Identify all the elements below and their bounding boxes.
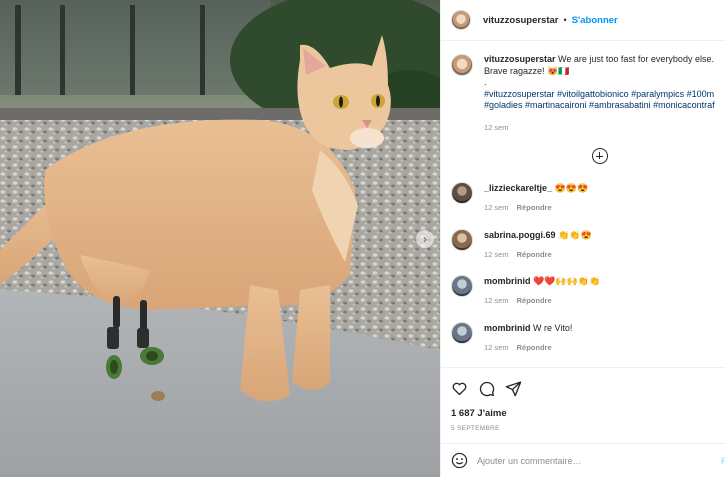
avatar[interactable] — [451, 10, 471, 30]
likes-count[interactable]: 1 687 J'aime — [451, 408, 507, 419]
share-icon[interactable] — [505, 380, 522, 397]
more-comments-plus-icon[interactable] — [592, 148, 608, 164]
comments-list[interactable]: vituzzosuperstar We are just too fast fo… — [441, 42, 725, 367]
avatar[interactable] — [451, 229, 473, 251]
avatar[interactable] — [451, 322, 473, 344]
caption-age: 12 sem — [484, 122, 509, 132]
header-username[interactable]: vituzzosuperstar — [483, 15, 559, 26]
reply-button[interactable]: Répondre — [517, 250, 552, 259]
caption-hashtags[interactable]: #goladies #martinacaironi #ambrasabatini… — [484, 100, 725, 112]
comment-icon[interactable] — [478, 380, 495, 397]
post-date: 5 SEPTEMBRE — [451, 425, 500, 432]
post-viewer: › vituzzosuperstar • S'abonner vituzzosu… — [0, 0, 725, 477]
post-photo[interactable]: › — [0, 0, 440, 477]
caption-line-3: . — [484, 77, 487, 87]
header-separator: • — [563, 15, 567, 25]
cat-with-prosthetic-legs-image — [0, 0, 440, 477]
caption-line-2: Brave ragazze! 😻🇮🇹 — [484, 65, 570, 76]
comment-text: 👏👏😍 — [558, 230, 592, 240]
reply-button[interactable]: Répondre — [517, 296, 552, 305]
reply-button[interactable]: Répondre — [517, 343, 552, 352]
avatar[interactable] — [451, 275, 473, 297]
caption-hashtags[interactable]: #vituzzosuperstar #vitoilgattobionico #p… — [484, 89, 725, 101]
emoji-icon[interactable] — [451, 452, 468, 469]
comment-age: 12 sem — [484, 250, 509, 259]
comment-username[interactable]: mombrinid — [484, 276, 531, 286]
comment-age: 12 sem — [484, 296, 509, 305]
comment-text: 😍😍😍 — [554, 183, 589, 193]
comment-text: W re Vito! — [533, 323, 573, 333]
add-comment-bar: P — [441, 443, 725, 477]
comment-input[interactable] — [477, 455, 697, 466]
comment-username[interactable]: sabrina.poggi.69 — [484, 230, 556, 240]
caption-username[interactable]: vituzzosuperstar — [484, 54, 556, 64]
avatar[interactable] — [451, 54, 473, 76]
action-icons — [451, 380, 522, 397]
post-actions: 1 687 J'aime 5 SEPTEMBRE — [441, 367, 725, 445]
post-caption: vituzzosuperstar We are just too fast fo… — [451, 54, 725, 133]
comment-age: 12 sem — [484, 343, 509, 352]
caption-text: We are just too fast for everybody else. — [558, 54, 714, 64]
post-header: vituzzosuperstar • S'abonner — [441, 0, 725, 41]
list-item: mombrinid ❤️❤️🙌🙌👏👏 12 sem Répondre — [451, 275, 600, 307]
avatar[interactable] — [451, 182, 473, 204]
list-item: mombrinid W re Vito! 12 sem Répondre — [451, 322, 572, 354]
carousel-next-icon[interactable]: › — [416, 230, 434, 248]
comment-age: 12 sem — [484, 203, 509, 212]
follow-button[interactable]: S'abonner — [572, 15, 618, 26]
comment-username[interactable]: _lizzieckareltje_ — [484, 183, 552, 193]
comment-username[interactable]: mombrinid — [484, 323, 531, 333]
list-item: _lizzieckareltje_ 😍😍😍 12 sem Répondre — [451, 182, 588, 214]
comment-text: ❤️❤️🙌🙌👏👏 — [533, 276, 601, 286]
list-item: sabrina.poggi.69 👏👏😍 12 sem Répondre — [451, 229, 592, 261]
heart-icon[interactable] — [451, 380, 468, 397]
reply-button[interactable]: Répondre — [517, 203, 552, 212]
publish-button[interactable]: P — [721, 456, 725, 466]
post-side-panel: vituzzosuperstar • S'abonner vituzzosupe… — [440, 0, 725, 477]
